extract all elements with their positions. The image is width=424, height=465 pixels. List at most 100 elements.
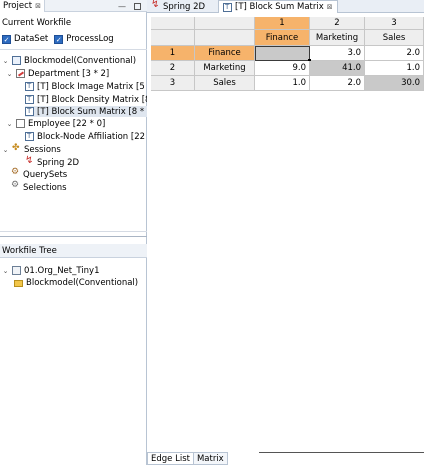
close-icon[interactable]: ⊠ [35,2,41,10]
column-label-header[interactable]: Marketing [310,30,365,46]
matrix-cell[interactable]: 3.0 [310,46,365,61]
matrix-cell[interactable]: 1.0 [255,76,310,91]
tab-matrix[interactable]: Matrix [193,452,228,465]
workfile-item-blockmodel[interactable]: Blockmodel(Conventional) [14,277,138,288]
workfile-item-label: 01.Org_Net_Tiny1 [24,265,100,276]
spring-layout-icon [151,0,160,11]
tab-edge-list[interactable]: Edge List [147,452,194,465]
matrix-cell-diagonal[interactable]: 41.0 [310,61,365,76]
tab-block-sum-matrix[interactable]: [T] Block Sum Matrix ⊠ [218,0,338,13]
tree-item-querysets[interactable]: QuerySets [11,167,67,180]
matrix-icon [25,132,34,141]
dataset-checkbox-label: DataSet [14,34,49,44]
expand-icon[interactable]: ⌄ [2,267,9,275]
column-label-header[interactable]: Finance [255,30,310,46]
row-index-header[interactable]: 3 [151,76,195,91]
matrix-cell[interactable]: 1.0 [365,61,424,76]
matrix-icon [223,2,232,12]
expand-icon[interactable]: ⌄ [6,70,13,78]
checkmark-icon: ✓ [2,34,11,44]
dataset-checkbox[interactable]: ✓ DataSet [2,34,48,44]
selections-icon [11,180,20,192]
editor-area: Spring 2D [T] Block Sum Matrix ⊠ 1 2 3 F… [147,0,424,465]
row-label-header[interactable]: Sales [195,76,255,91]
tab-label: [T] Block Sum Matrix [235,2,324,12]
column-label-header[interactable]: Sales [365,30,424,46]
tree-item-label: [T] Block Density Matrix [8 [37,94,151,105]
spring-layout-icon [25,155,34,167]
matrix-cell[interactable]: 9.0 [255,61,310,76]
filter-checkboxes: ✓ DataSet ✓ ProcessLog [2,34,114,44]
divider [0,49,147,50]
project-panel: Project ⊠ — Current Workfile ✓ DataSet ✓… [0,0,152,465]
row-label-header[interactable]: Finance [195,46,255,61]
tree-item-label: Selections [23,182,67,193]
matrix-icon [25,107,34,116]
editor-tab-bar: Spring 2D [T] Block Sum Matrix ⊠ [147,0,424,13]
tree-item-block-node-affiliation[interactable]: Block-Node Affiliation [22 [25,131,145,142]
tree-item-spring-2d[interactable]: Spring 2D [25,155,80,168]
matrix-cell[interactable]: 2.0 [365,46,424,61]
matrix-cell-selected[interactable] [255,46,310,61]
tree-item-label: [T] Block Image Matrix [5 * [37,81,152,92]
corner-cell [195,17,255,30]
tree-item-sessions[interactable]: ⌄ Sessions [2,143,61,155]
folder-icon [14,280,23,287]
tree-item-block-sum-matrix[interactable]: [T] Block Sum Matrix [8 * ( [25,106,151,117]
querysets-icon [11,167,20,179]
workfile-tree-title: Workfile Tree [2,246,57,256]
project-tab[interactable]: Project ⊠ [0,0,45,12]
tree-item-label: Spring 2D [37,157,80,168]
matrix-cell-diagonal[interactable]: 30.0 [365,76,424,91]
project-tab-label: Project [3,1,33,11]
corner-cell [151,17,195,30]
tree-item-label: [T] Block Sum Matrix [8 * ( [37,106,151,117]
tree-item-department[interactable]: ⌄ Department [3 * 2] [6,68,110,79]
tree-item-employee[interactable]: ⌄ Employee [22 * 0] [6,118,106,129]
tree-item-selections[interactable]: Selections [11,180,67,193]
matrix-icon [25,82,34,91]
employee-icon [16,119,25,128]
tree-item-label: Employee [22 * 0] [28,118,106,129]
sessions-icon [12,143,21,154]
row-label-header[interactable]: Marketing [195,61,255,76]
tab-label: Spring 2D [163,1,206,12]
department-icon [16,69,25,78]
maximize-icon[interactable] [134,2,141,10]
tree-item-block-image-matrix[interactable]: [T] Block Image Matrix [5 * [25,81,152,92]
row-index-header[interactable]: 1 [151,46,195,61]
tree-item-label: Blockmodel(Conventional) [24,55,137,66]
tab-spring-2d[interactable]: Spring 2D [147,0,209,13]
expand-icon[interactable]: ⌄ [6,120,13,128]
workfile-tree-header: Workfile Tree [0,244,147,258]
close-icon[interactable]: ⊠ [327,3,333,11]
tree-item-block-density-matrix[interactable]: [T] Block Density Matrix [8 [25,94,150,105]
checkmark-icon: ✓ [54,34,64,44]
expand-icon[interactable]: ⌄ [2,146,9,154]
column-index-header[interactable]: 2 [310,17,365,30]
corner-cell [151,30,195,46]
minimize-icon[interactable]: — [118,2,126,11]
editor-bottom-tabs: Edge List Matrix [147,451,228,465]
tree-item-label: Department [3 * 2] [28,68,110,79]
processlog-checkbox-label: ProcessLog [66,34,114,44]
divider [0,231,147,232]
column-index-header[interactable]: 3 [365,17,424,30]
tree-item-blockmodel[interactable]: ⌄ Blockmodel(Conventional) [2,55,137,66]
tree-item-label: Block-Node Affiliation [22 [37,131,146,142]
expand-icon[interactable]: ⌄ [2,57,9,65]
workfile-item-label: Blockmodel(Conventional) [26,277,139,288]
column-index-header[interactable]: 1 [255,17,310,30]
sash[interactable] [0,236,147,237]
current-workfile-label: Current Workfile [2,18,72,28]
project-tab-bar: Project ⊠ — [0,0,147,12]
matrix-cell[interactable]: 2.0 [310,76,365,91]
processlog-checkbox[interactable]: ✓ ProcessLog [54,34,114,44]
workfile-item-org-net[interactable]: ⌄ 01.Org_Net_Tiny1 [2,265,100,276]
tree-item-label: Sessions [24,144,61,155]
blockmodel-icon [12,56,21,65]
row-index-header[interactable]: 2 [151,61,195,76]
corner-cell [195,30,255,46]
matrix-icon [25,95,34,104]
workfile-icon [12,266,21,275]
